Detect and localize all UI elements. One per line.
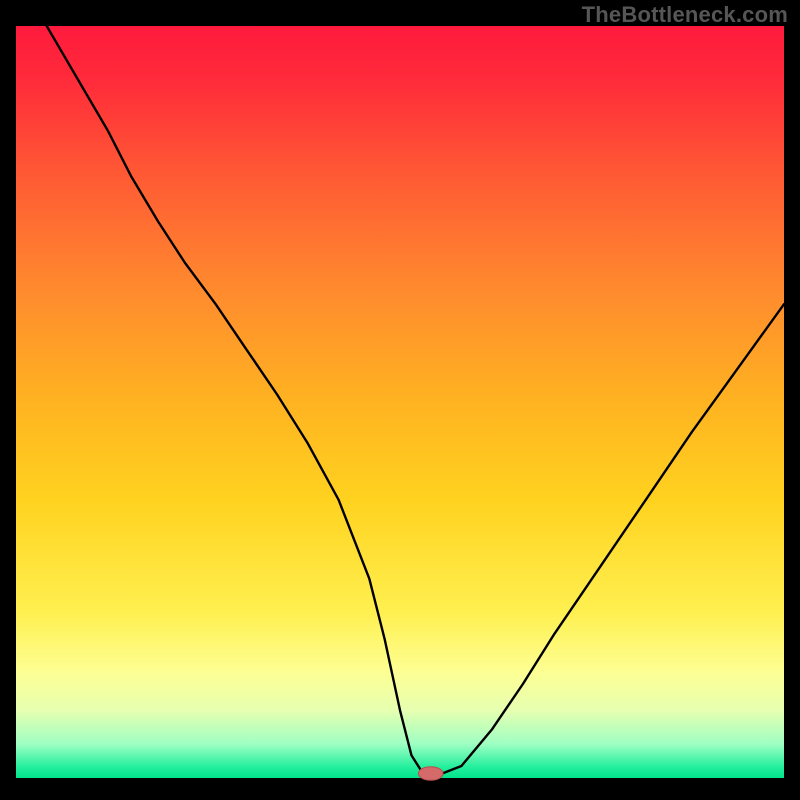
min-marker xyxy=(418,767,443,781)
plot-area xyxy=(16,26,784,778)
chart-frame: { "watermark": "TheBottleneck.com", "col… xyxy=(0,0,800,800)
watermark-text: TheBottleneck.com xyxy=(582,2,788,28)
bottleneck-chart xyxy=(0,0,800,800)
